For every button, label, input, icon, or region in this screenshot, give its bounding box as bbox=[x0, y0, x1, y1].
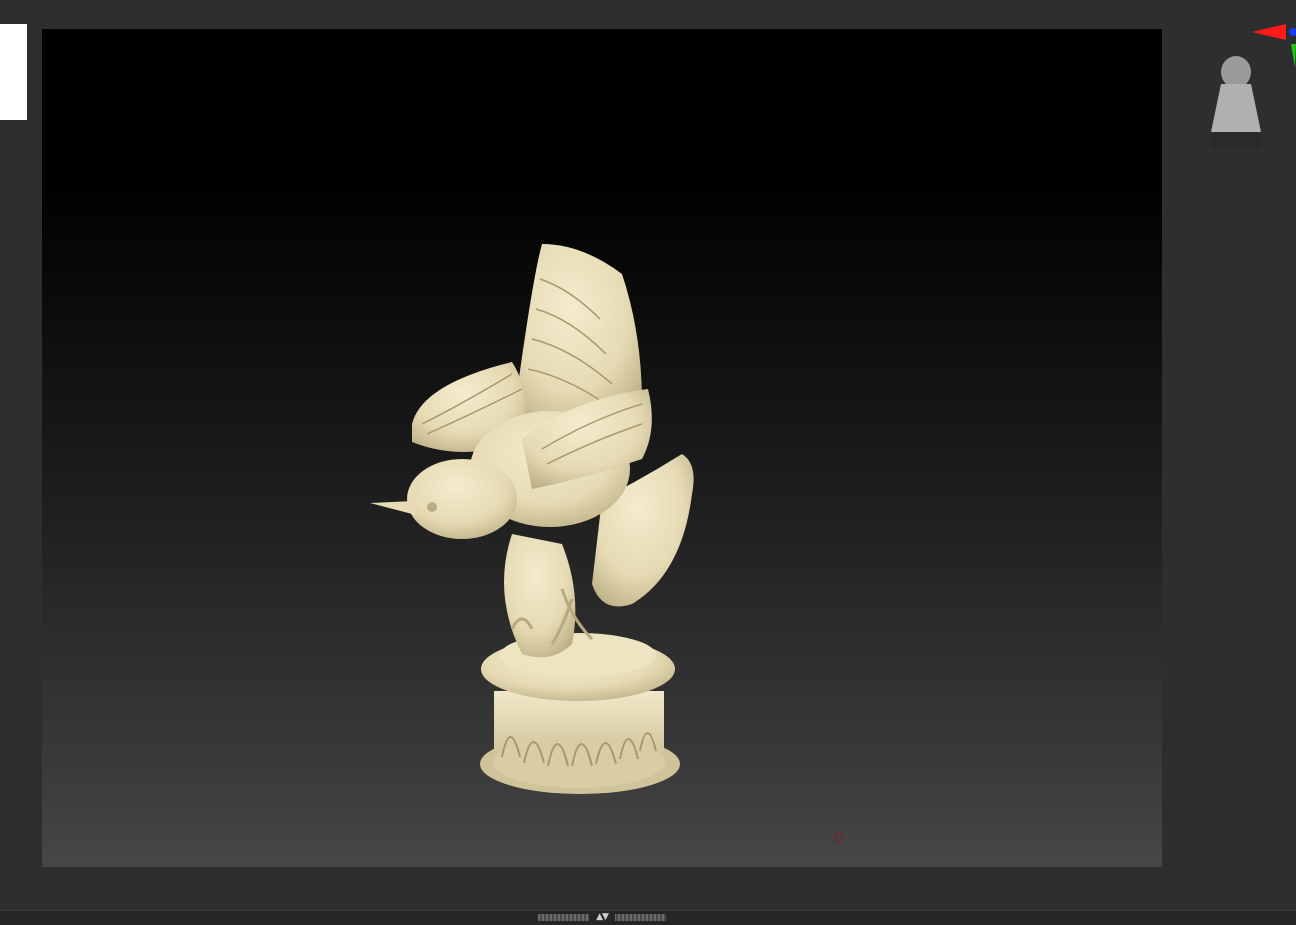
left-tray-tab[interactable] bbox=[0, 24, 27, 120]
navigation-gizmo[interactable] bbox=[1196, 20, 1296, 160]
sculpt-model bbox=[370, 244, 694, 794]
cursor-marker bbox=[834, 833, 843, 842]
bird-eye bbox=[427, 502, 437, 512]
bottom-tray: ▲▼ bbox=[0, 910, 1296, 925]
gizmo-head-icon bbox=[1211, 56, 1261, 148]
axis-z-blue bbox=[1289, 28, 1296, 36]
canvas-viewport[interactable] bbox=[42, 29, 1162, 867]
bird-beak bbox=[370, 501, 416, 515]
axis-y-green bbox=[1291, 44, 1296, 68]
axis-x-red bbox=[1252, 24, 1286, 40]
tray-toggle-icon[interactable]: ▲▼ bbox=[589, 911, 615, 923]
bird-head bbox=[407, 459, 517, 539]
